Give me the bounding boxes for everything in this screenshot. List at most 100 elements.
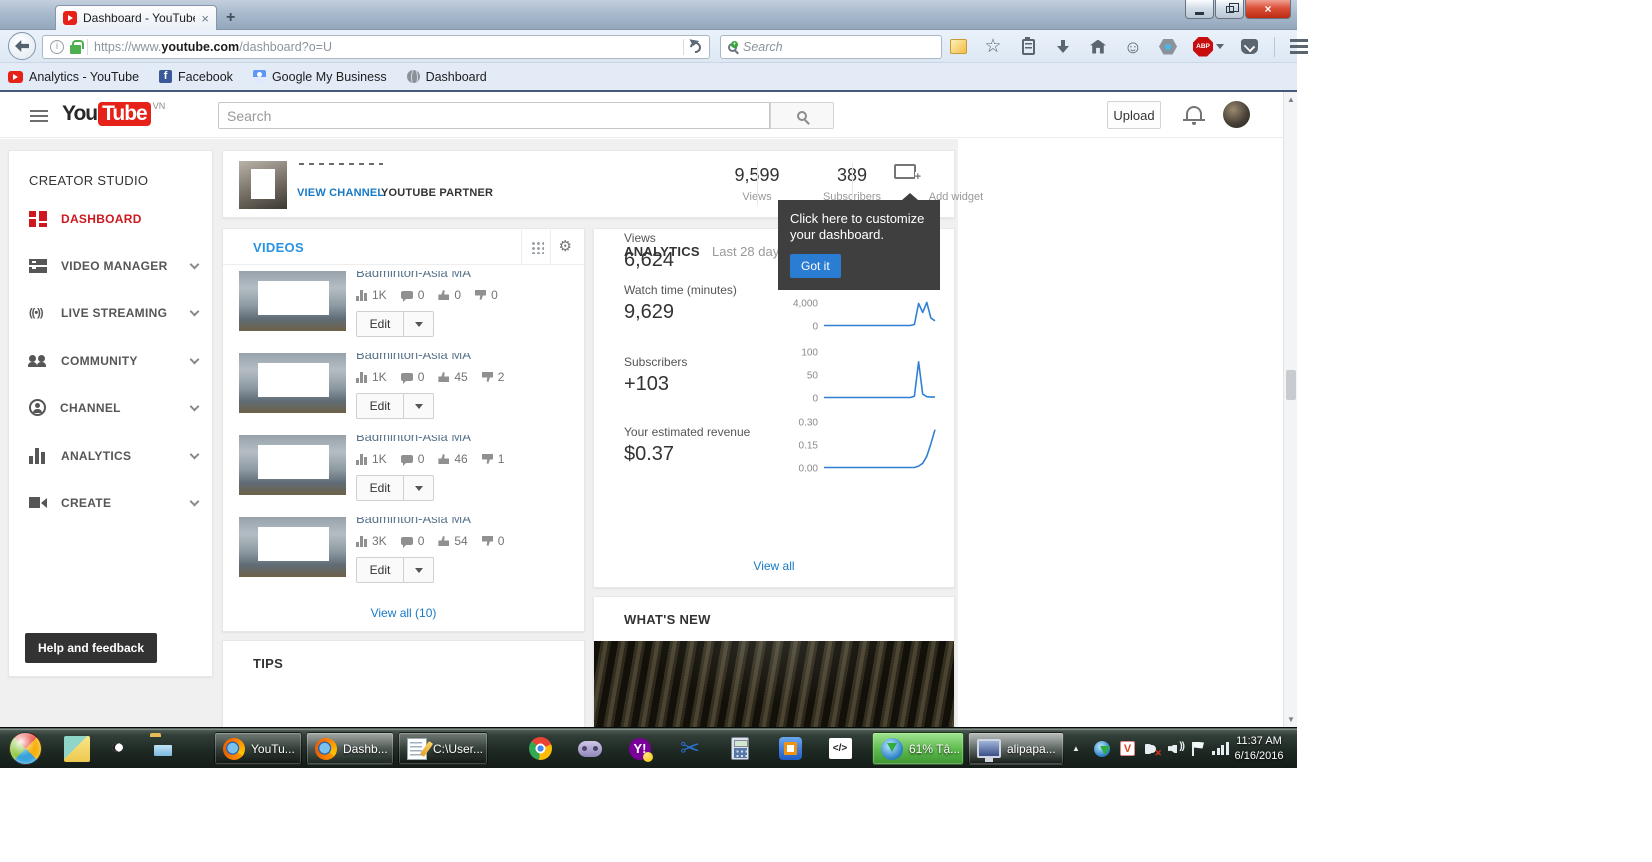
grid-view-icon[interactable] xyxy=(531,241,544,254)
avatar[interactable] xyxy=(1223,101,1250,128)
calculator-icon[interactable] xyxy=(720,732,760,765)
bookmark-google-my-business[interactable]: Google My Business xyxy=(252,70,387,84)
video-title-censored[interactable]: Badminton-Asia MA xyxy=(356,435,556,444)
video-thumbnail[interactable] xyxy=(239,435,346,495)
thumbs-up-icon xyxy=(438,290,450,300)
adblock-plus-icon[interactable]: ABP xyxy=(1193,36,1224,57)
bookmark-star-icon[interactable]: ☆ xyxy=(983,37,1003,57)
edit-button[interactable]: Edit xyxy=(357,558,404,582)
edit-split-button: Edit xyxy=(356,557,434,583)
chrome-icon[interactable] xyxy=(520,732,560,765)
edit-dropdown-button[interactable] xyxy=(404,312,433,336)
pocket-icon[interactable] xyxy=(1239,37,1259,57)
youtube-logo[interactable]: You Tube VN xyxy=(62,101,165,126)
youtube-search-button[interactable] xyxy=(770,102,834,129)
edit-dropdown-button[interactable] xyxy=(404,558,433,582)
close-button[interactable]: × xyxy=(1245,0,1291,19)
restore-button[interactable] xyxy=(1215,0,1244,19)
channel-avatar[interactable] xyxy=(239,161,287,209)
menu-icon[interactable] xyxy=(1290,39,1308,54)
screenshot-tool-icon[interactable] xyxy=(948,37,968,57)
gamepad-icon[interactable] xyxy=(570,732,610,765)
new-tab-button[interactable]: + xyxy=(226,9,235,27)
reload-icon[interactable] xyxy=(687,39,704,55)
scroll-down-arrow[interactable]: ▼ xyxy=(1284,712,1298,727)
bookmark-facebook[interactable]: f Facebook xyxy=(159,70,233,84)
vmware-icon[interactable] xyxy=(770,732,810,765)
sidebar-item-channel[interactable]: CHANNEL xyxy=(9,384,214,431)
action-center-flag-icon[interactable] xyxy=(1192,728,1205,769)
view-channel-link[interactable]: VIEW CHANNEL xyxy=(297,187,384,199)
back-button[interactable] xyxy=(8,32,36,60)
yahoo-messenger-icon[interactable]: Y! xyxy=(620,732,660,765)
hamburger-icon[interactable] xyxy=(30,110,48,122)
whats-new-card: WHAT'S NEW xyxy=(593,596,955,727)
browser-navbar: i https://www.youtube.com/dashboard?o=U … xyxy=(0,30,1308,63)
taskbar-button-dashboard[interactable]: Dashb... xyxy=(306,732,394,765)
idm-tray-icon[interactable] xyxy=(1094,728,1110,769)
channel-icon xyxy=(29,399,46,416)
start-button[interactable] xyxy=(9,732,42,765)
browser-search-box[interactable]: + Search xyxy=(720,35,942,59)
sidebar-item-dashboard[interactable]: DASHBOARD xyxy=(9,195,214,242)
taskbar-button-remote-desktop[interactable]: alipapa... xyxy=(968,732,1064,765)
scissors-icon[interactable]: ✂ xyxy=(670,732,710,765)
video-title-censored[interactable]: Badminton-Asia MA xyxy=(356,271,556,280)
window-controls: × xyxy=(1184,0,1291,19)
help-and-feedback-button[interactable]: Help and feedback xyxy=(25,633,158,663)
sidebar-item-live-streaming[interactable]: ((•)) LIVE STREAMING xyxy=(9,289,214,336)
taskbar-button-idm-download[interactable]: 61% Tậ... xyxy=(872,732,964,765)
videos-view-all-link[interactable]: View all (10) xyxy=(223,606,584,620)
youtube-search-input[interactable] xyxy=(218,102,770,129)
power-plug-error-icon[interactable] xyxy=(1144,728,1162,769)
notifications-bell-icon[interactable] xyxy=(1183,106,1205,125)
taskbar-button-youtube[interactable]: YouTu... xyxy=(214,732,302,765)
got-it-button[interactable]: Got it xyxy=(790,253,841,278)
create-icon xyxy=(29,495,47,511)
video-title-censored[interactable]: Badminton-Asia MA xyxy=(356,353,556,362)
video-thumbnail[interactable] xyxy=(239,271,346,331)
code-editor-icon[interactable]: </> xyxy=(820,732,860,765)
whats-new-image[interactable] xyxy=(594,641,954,727)
sidebar-item-analytics[interactable]: ANALYTICS xyxy=(9,432,214,479)
sidebar-item-video-manager[interactable]: VIDEO MANAGER xyxy=(9,242,214,289)
video-title-censored[interactable]: Badminton-Asia MA xyxy=(356,517,556,526)
analytics-view-all-link[interactable]: View all xyxy=(594,559,954,573)
video-thumbnail[interactable] xyxy=(239,517,346,577)
upload-button[interactable]: Upload xyxy=(1107,101,1161,129)
info-icon[interactable]: i xyxy=(50,40,64,54)
bookmark-dashboard[interactable]: Dashboard xyxy=(406,70,487,84)
minimize-button[interactable] xyxy=(1185,0,1214,19)
sidebar-item-community[interactable]: COMMUNITY xyxy=(9,337,214,384)
edit-button[interactable]: Edit xyxy=(357,394,404,418)
scrollbar-thumb[interactable] xyxy=(1286,370,1296,400)
video-row: Badminton-Asia MA 3K 0 54 0 Edit xyxy=(223,517,584,595)
sidebar-item-create[interactable]: CREATE xyxy=(9,479,214,526)
downloads-icon[interactable] xyxy=(1053,37,1073,57)
speaker-icon[interactable] xyxy=(1168,728,1184,769)
edit-button[interactable]: Edit xyxy=(357,476,404,500)
sticky-notes-icon[interactable] xyxy=(64,736,90,762)
comments-icon xyxy=(400,373,413,384)
edit-dropdown-button[interactable] xyxy=(404,476,433,500)
home-icon[interactable] xyxy=(1088,37,1108,57)
tab-close-icon[interactable]: × xyxy=(201,12,209,25)
edit-dropdown-button[interactable] xyxy=(404,394,433,418)
page-scrollbar[interactable]: ▲ ▼ xyxy=(1283,92,1297,727)
feedback-smiley-icon[interactable]: ☺ xyxy=(1123,37,1143,57)
browser-tab[interactable]: Dashboard - YouTube × xyxy=(55,5,217,30)
bookmarks-bar: Analytics - YouTube f Facebook Google My … xyxy=(0,63,1297,92)
sidebar-title: CREATOR STUDIO xyxy=(29,173,149,188)
bookmark-analytics-youtube[interactable]: Analytics - YouTube xyxy=(8,70,139,84)
reading-list-icon[interactable] xyxy=(1018,36,1038,57)
url-bar[interactable]: i https://www.youtube.com/dashboard?o=U xyxy=(42,35,710,59)
taskbar-button-notepad[interactable]: C:\User... xyxy=(398,732,488,765)
v-badge-icon[interactable]: V xyxy=(1120,728,1135,769)
taskbar-clock[interactable]: 11:37 AM 6/16/2016 xyxy=(1223,728,1295,769)
gear-icon[interactable]: ⚙ xyxy=(559,237,572,255)
hidden-icons-caret[interactable]: ▲ xyxy=(1072,728,1080,769)
video-thumbnail[interactable] xyxy=(239,353,346,413)
privacy-hexagon-eye-icon[interactable] xyxy=(1158,37,1178,57)
edit-button[interactable]: Edit xyxy=(357,312,404,336)
scroll-up-arrow[interactable]: ▲ xyxy=(1284,92,1298,107)
